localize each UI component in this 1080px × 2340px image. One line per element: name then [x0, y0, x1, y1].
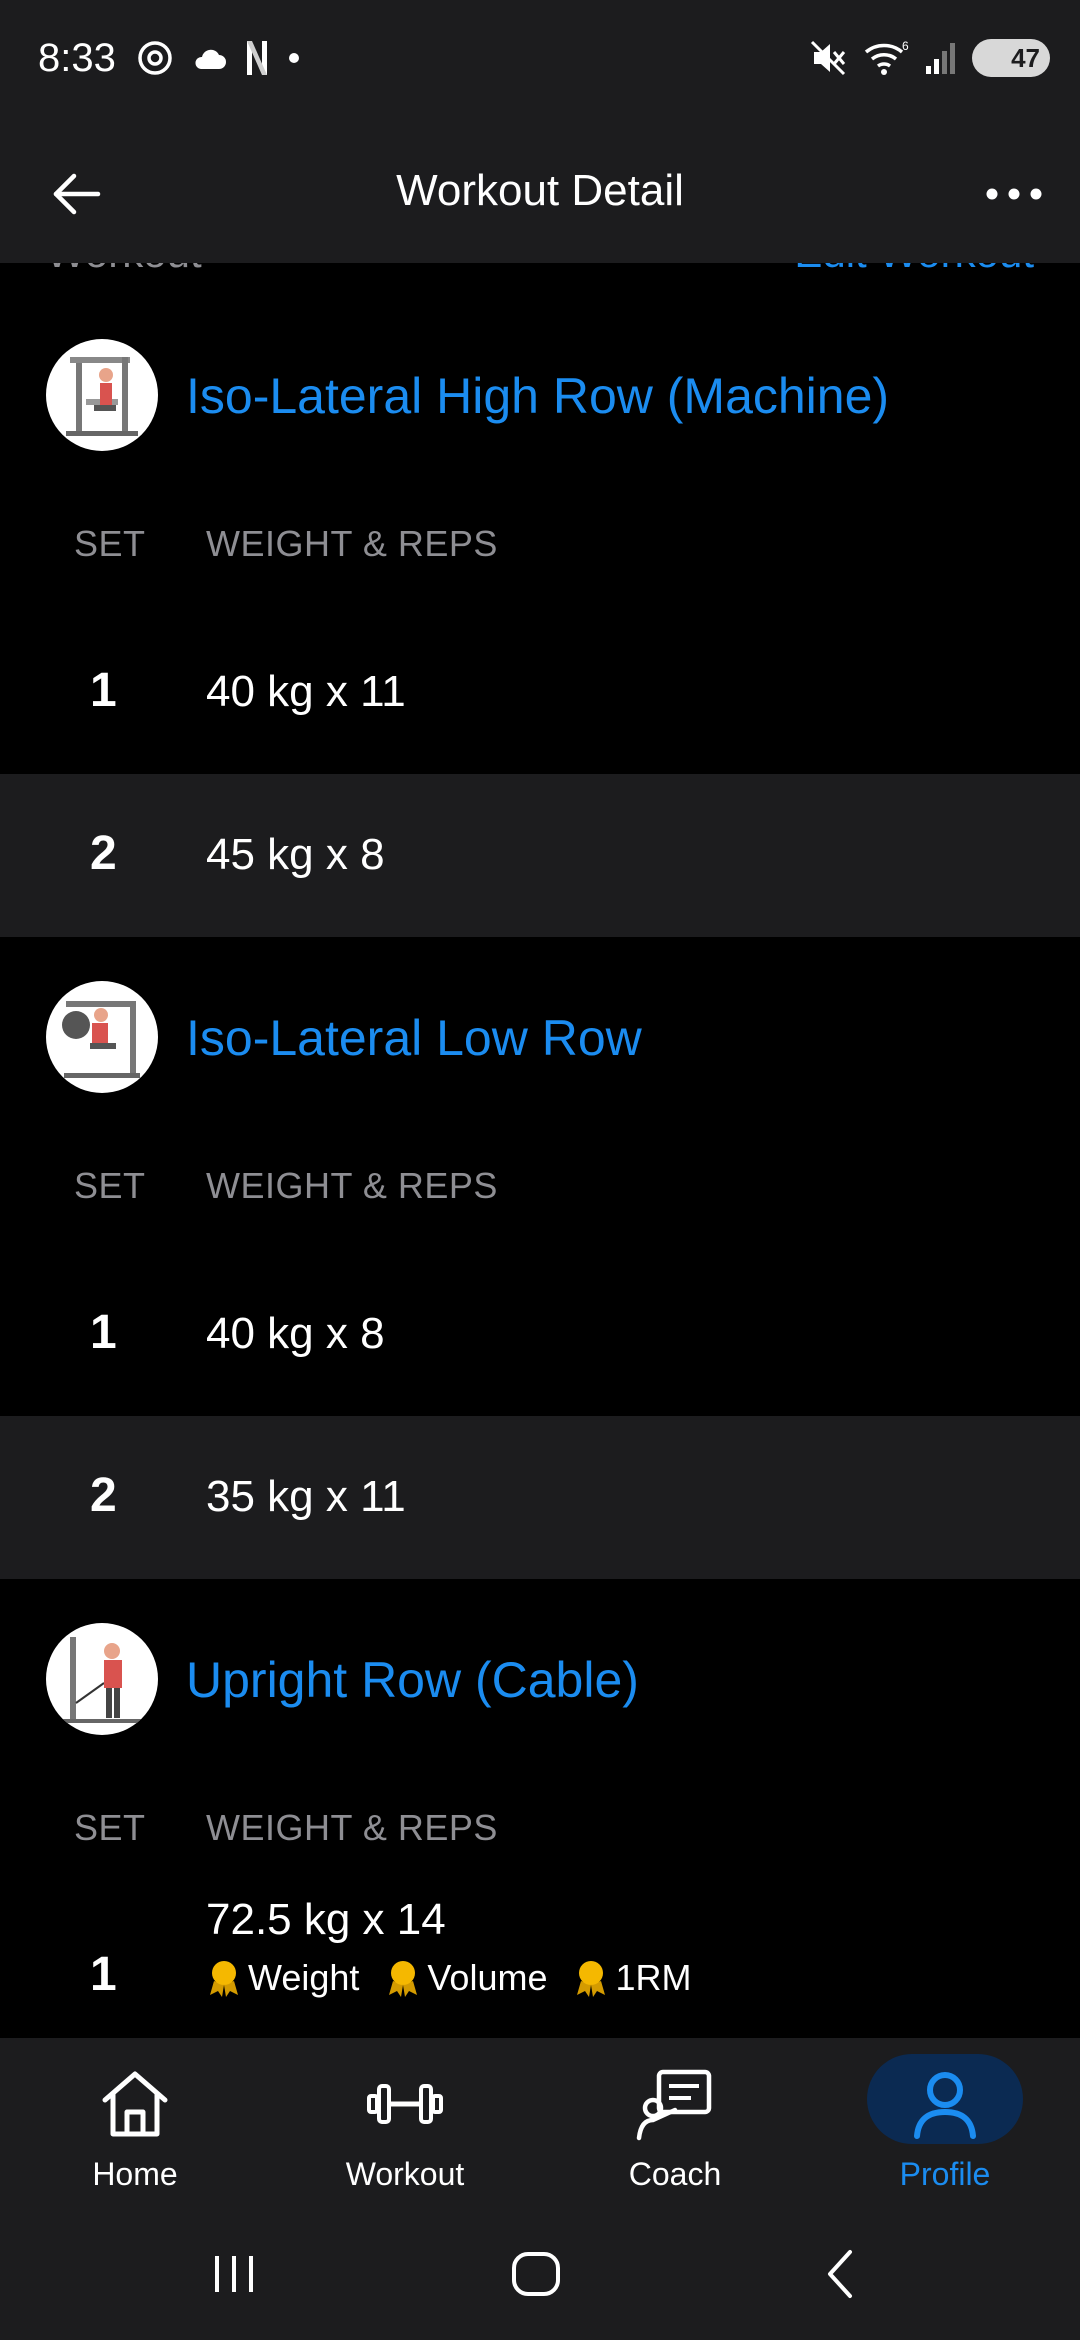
exercise-thumbnail[interactable]	[46, 339, 158, 451]
network-label: 6	[902, 39, 909, 53]
dumbbell-icon	[365, 2064, 445, 2144]
set-weight-reps: 35 kg x 11	[206, 1472, 406, 1521]
cloud-icon	[195, 49, 226, 69]
chevron-left-icon	[828, 2250, 852, 2298]
machine-row-icon	[66, 357, 138, 436]
more-horizontal-icon	[986, 188, 1042, 200]
set-weight-reps: 40 kg x 8	[206, 1309, 385, 1358]
app-bar: Workout Detail	[0, 126, 1080, 263]
notification-dot-icon	[289, 53, 299, 63]
low-row-machine-icon	[62, 1001, 140, 1078]
nav-label: Home	[92, 2156, 178, 2192]
weight-reps-column-header: WEIGHT & REPS	[206, 523, 498, 564]
set-weight-reps: 72.5 kg x 14	[206, 1895, 446, 1944]
recent-apps-button[interactable]	[194, 2244, 274, 2304]
set-row[interactable]: 1 40 kg x 11	[0, 611, 1080, 774]
netflix-icon	[247, 41, 267, 75]
exercise-name[interactable]: Upright Row (Cable)	[186, 1651, 639, 1709]
more-options-button[interactable]	[978, 158, 1050, 230]
nav-label: Profile	[899, 2156, 991, 2192]
set-column-header: SET	[74, 1807, 146, 1848]
set-row[interactable]: 2 35 kg x 11	[0, 1416, 1080, 1579]
exercise-name[interactable]: Iso-Lateral Low Row	[186, 1009, 642, 1067]
nav-item-workout[interactable]: Workout	[270, 2038, 540, 2208]
medal-icon	[210, 1961, 238, 1997]
threads-icon	[138, 41, 172, 75]
battery-indicator: 47	[972, 39, 1050, 77]
nav-item-profile[interactable]: Profile	[810, 2038, 1080, 2208]
status-right-icons: 6 47	[808, 38, 1050, 78]
set-number: 1	[90, 1948, 117, 2001]
nav-item-home[interactable]: Home	[0, 2038, 270, 2208]
set-number: 2	[90, 827, 117, 880]
set-weight-reps: 40 kg x 11	[206, 667, 406, 716]
record-label: Weight	[248, 1957, 360, 1998]
weight-reps-column-header: WEIGHT & REPS	[206, 1807, 498, 1848]
set-column-header: SET	[74, 1165, 146, 1206]
record-badge-weight: Weight	[206, 1957, 359, 1999]
home-circle-icon	[512, 2252, 560, 2296]
set-row[interactable]: 1 72.5 kg x 14 Weight Volume 1RM	[0, 1895, 1080, 2038]
status-bar: 8:33 6 47	[0, 0, 1080, 126]
set-row[interactable]: 2 45 kg x 8	[0, 774, 1080, 937]
coach-icon	[635, 2064, 715, 2144]
weight-reps-column-header: WEIGHT & REPS	[206, 1165, 498, 1206]
record-label: 1RM	[615, 1957, 692, 1998]
record-badge-volume: Volume	[385, 1957, 547, 1999]
exercise-thumbnail[interactable]	[46, 981, 158, 1093]
medal-icon	[389, 1961, 418, 1997]
workout-detail-content[interactable]: Workout Edit Workout Iso-Lateral High Ro…	[0, 263, 1080, 2038]
edit-workout-link[interactable]: Edit Workout	[794, 263, 1034, 277]
exercise-thumbnail[interactable]	[46, 1623, 158, 1735]
set-number: 1	[90, 1306, 117, 1359]
bottom-navigation: Home Workout Coach Profile	[0, 2038, 1080, 2208]
status-left-icons	[135, 38, 301, 78]
page-title: Workout Detail	[396, 166, 684, 215]
wifi-icon: 6	[864, 39, 909, 75]
system-navigation-bar	[0, 2208, 1080, 2340]
back-system-button[interactable]	[800, 2244, 880, 2304]
set-row[interactable]: 1 40 kg x 8	[0, 1253, 1080, 1416]
home-icon	[95, 2064, 175, 2144]
medal-icon	[577, 1961, 606, 1997]
set-weight-reps: 45 kg x 8	[206, 830, 385, 879]
profile-icon	[905, 2064, 985, 2144]
workout-header-row: Workout Edit Workout	[0, 263, 1080, 289]
battery-level: 47	[1011, 42, 1040, 73]
recent-apps-icon	[215, 2256, 253, 2292]
set-number: 2	[90, 1469, 117, 1522]
signal-icon	[926, 43, 955, 74]
nav-label: Coach	[628, 2156, 722, 2192]
set-number: 1	[90, 664, 117, 717]
exercise-name[interactable]: Iso-Lateral High Row (Machine)	[186, 367, 889, 425]
record-badge-1rm: 1RM	[573, 1957, 692, 1999]
status-time: 8:33	[38, 36, 116, 80]
mute-icon	[810, 40, 846, 76]
record-label: Volume	[427, 1957, 548, 1998]
nav-label: Workout	[345, 2156, 465, 2192]
home-system-button[interactable]	[496, 2244, 576, 2304]
set-column-header: SET	[74, 523, 146, 564]
nav-item-coach[interactable]: Coach	[540, 2038, 810, 2208]
cable-upright-row-icon	[62, 1637, 142, 1723]
workout-label: Workout	[46, 263, 202, 277]
personal-records: Weight Volume 1RM	[206, 1957, 692, 1999]
